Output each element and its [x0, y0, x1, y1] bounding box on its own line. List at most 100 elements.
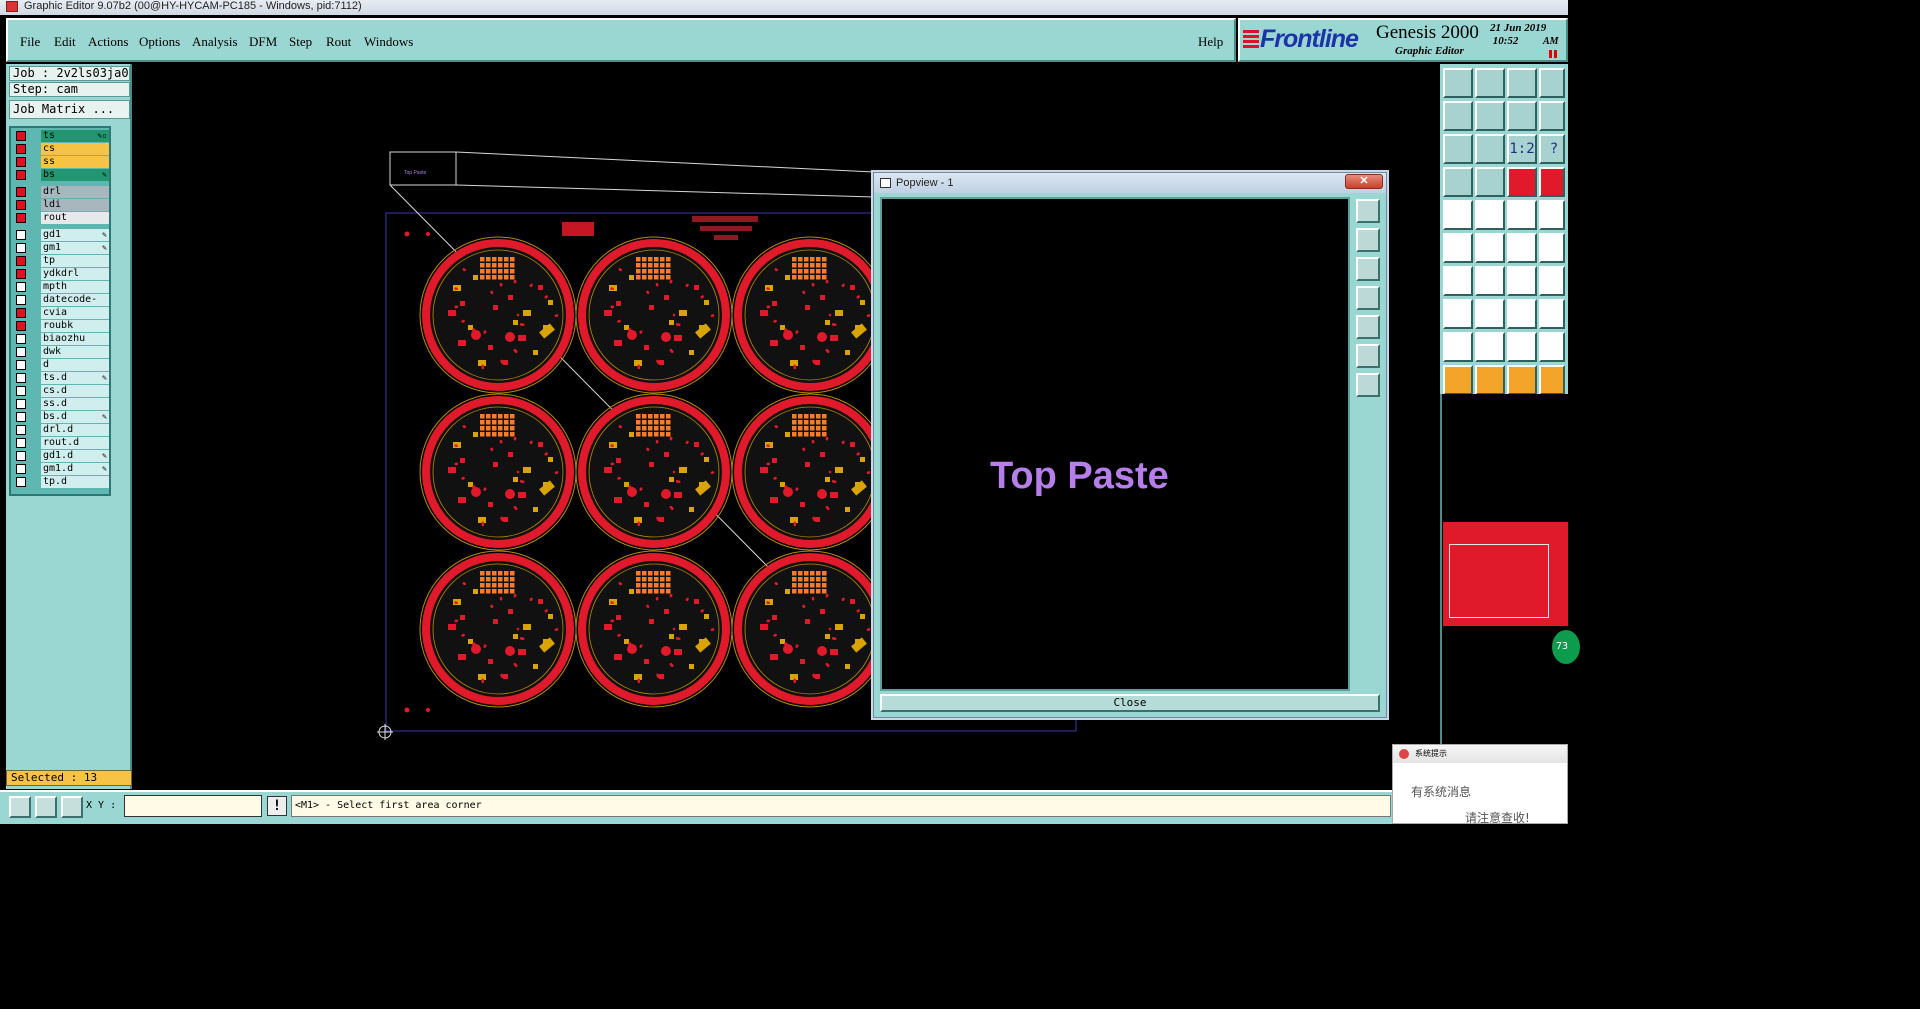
help-icon[interactable]: ?: [1539, 134, 1565, 164]
popview-title-bar[interactable]: Popview - 1 ✕: [874, 173, 1386, 193]
layer-checkbox[interactable]: [16, 477, 26, 487]
delete-icon[interactable]: [1475, 233, 1505, 263]
layer-name[interactable]: gd1 ✎: [41, 229, 109, 241]
layer-checkbox[interactable]: [16, 399, 26, 409]
layers-alt-icon[interactable]: [1539, 167, 1565, 197]
layer-row-gm1[interactable]: gm1 ✎: [13, 242, 109, 254]
layer-name[interactable]: mpth: [41, 281, 109, 293]
layer-checkbox[interactable]: [16, 282, 26, 292]
layer-row-cs-d[interactable]: cs.d: [13, 385, 109, 397]
menu-actions[interactable]: Actions: [88, 34, 128, 50]
triangle-icon[interactable]: [1443, 332, 1473, 362]
alert-icon[interactable]: !: [267, 796, 287, 816]
layer-row-gd1-d[interactable]: gd1.d ✎: [13, 450, 109, 462]
close-button[interactable]: Close: [880, 694, 1380, 712]
pan-left-icon[interactable]: [1356, 286, 1380, 310]
layer-name[interactable]: gm1.d ✎: [41, 463, 109, 475]
grid-icon[interactable]: [61, 796, 83, 818]
layer-row-ts[interactable]: ts ✎▫: [13, 130, 109, 142]
zoom-out-icon[interactable]: [1356, 257, 1380, 281]
pan-right-icon[interactable]: [1356, 315, 1380, 339]
layer-checkbox[interactable]: [16, 308, 26, 318]
text-icon[interactable]: [1539, 266, 1565, 296]
resize-icon[interactable]: [1507, 299, 1537, 329]
pointer-alt-icon[interactable]: [1475, 365, 1505, 395]
layer-checkbox[interactable]: [16, 438, 26, 448]
layer-checkbox[interactable]: [16, 451, 26, 461]
layer-row-rout[interactable]: rout: [13, 212, 109, 224]
layer-row-dwk[interactable]: dwk: [13, 346, 109, 358]
menu-windows[interactable]: Windows: [364, 34, 413, 50]
layer-row-bs[interactable]: bs ✎: [13, 169, 109, 181]
layer-checkbox[interactable]: [16, 412, 26, 422]
zoom-home-icon[interactable]: [1356, 344, 1380, 368]
highlight-icon[interactable]: [1539, 365, 1565, 395]
pad-icon[interactable]: [1539, 200, 1565, 230]
layer-name[interactable]: ss.d: [41, 398, 109, 410]
layer-name[interactable]: gm1 ✎: [41, 242, 109, 254]
layer-name[interactable]: roubk: [41, 320, 109, 332]
menu-options[interactable]: Options: [139, 34, 180, 50]
layer-row-gm1-d[interactable]: gm1.d ✎: [13, 463, 109, 475]
layer-name[interactable]: cs: [41, 143, 109, 155]
layer-checkbox[interactable]: [16, 213, 26, 223]
polygon-icon[interactable]: [1507, 332, 1537, 362]
layer-checkbox[interactable]: [16, 295, 26, 305]
layer-row-drl[interactable]: drl: [13, 186, 109, 198]
connect-icon[interactable]: [1443, 233, 1473, 263]
layer-row-ldi[interactable]: ldi: [13, 199, 109, 211]
route-icon[interactable]: [1475, 200, 1505, 230]
link-icon[interactable]: [1539, 233, 1565, 263]
layer-checkbox[interactable]: [16, 200, 26, 210]
layer-checkbox[interactable]: [16, 187, 26, 197]
layer-name[interactable]: ts.d ✎: [41, 372, 109, 384]
window-icon[interactable]: [1539, 68, 1565, 98]
menu-help[interactable]: Help: [1198, 34, 1223, 50]
layer-checkbox[interactable]: [16, 386, 26, 396]
pause-icon[interactable]: [1549, 50, 1557, 58]
layer-checkbox[interactable]: [16, 334, 26, 344]
pan-icon[interactable]: [1475, 134, 1505, 164]
menu-dfm[interactable]: DFM: [249, 34, 277, 50]
menu-analysis[interactable]: Analysis: [192, 34, 238, 50]
add-icon[interactable]: [1443, 299, 1473, 329]
zoom-fit-icon[interactable]: [1356, 373, 1380, 397]
arc-icon[interactable]: [1507, 266, 1537, 296]
layer-name[interactable]: tp: [41, 255, 109, 267]
menu-step[interactable]: Step: [289, 34, 312, 50]
layer-row-ts-d[interactable]: ts.d ✎: [13, 372, 109, 384]
snap-icon[interactable]: [9, 796, 31, 818]
print-icon[interactable]: [1443, 167, 1473, 197]
layer-checkbox[interactable]: [16, 347, 26, 357]
select-icon[interactable]: [1443, 200, 1473, 230]
polygon-alt-icon[interactable]: [1539, 332, 1565, 362]
coordinate-input[interactable]: [124, 795, 262, 817]
layer-checkbox[interactable]: [16, 131, 26, 141]
layer-name[interactable]: bs.d ✎: [41, 411, 109, 423]
layer-checkbox[interactable]: [16, 464, 26, 474]
zoom-in-icon[interactable]: [1356, 228, 1380, 252]
layer-row-gd1[interactable]: gd1 ✎: [13, 229, 109, 241]
layer-checkbox[interactable]: [16, 321, 26, 331]
rotate-icon[interactable]: [1507, 101, 1537, 131]
layer-row-biaozhu[interactable]: biaozhu: [13, 333, 109, 345]
layer-row-d[interactable]: d: [13, 359, 109, 371]
ruler-icon[interactable]: [1507, 200, 1537, 230]
layer-checkbox[interactable]: [16, 256, 26, 266]
layer-row-roubk[interactable]: roubk: [13, 320, 109, 332]
move-icon[interactable]: [1507, 233, 1537, 263]
minus-icon[interactable]: [1475, 299, 1505, 329]
ratio-icon[interactable]: 1:2: [1507, 134, 1537, 164]
layer-checkbox[interactable]: [16, 170, 26, 180]
layer-name[interactable]: ss: [41, 156, 109, 168]
layer-row-rout-d[interactable]: rout.d: [13, 437, 109, 449]
menu-file[interactable]: File: [20, 34, 40, 50]
layer-checkbox[interactable]: [16, 243, 26, 253]
menu-rout[interactable]: Rout: [326, 34, 351, 50]
layer-row-drl-d[interactable]: drl.d: [13, 424, 109, 436]
page-left-icon[interactable]: [1443, 101, 1473, 131]
popview-display[interactable]: Top Paste: [880, 197, 1350, 691]
layer-name[interactable]: datecode-ts: [41, 294, 109, 317]
layer-name[interactable]: drl: [41, 186, 109, 198]
layer-name[interactable]: cvia: [41, 307, 109, 319]
